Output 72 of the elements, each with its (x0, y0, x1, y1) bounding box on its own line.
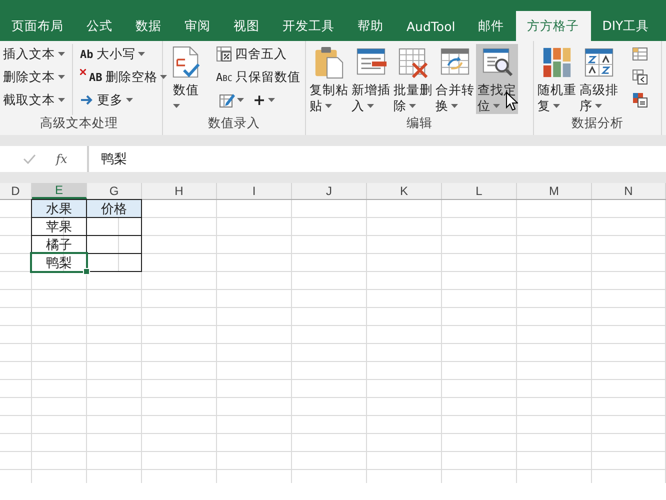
delete-mark-icon (80, 69, 86, 75)
caret-icon (126, 98, 133, 102)
ribbon-tab[interactable]: 视图 (222, 11, 271, 41)
column-header[interactable]: L (442, 183, 517, 199)
ribbon-button[interactable]: 新增插 入 (350, 44, 392, 114)
caret-icon (408, 104, 416, 108)
sort-table-icon (583, 46, 615, 79)
check-icon[interactable] (23, 154, 36, 164)
table-cell[interactable]: 价格 (86, 199, 142, 218)
caret-icon (58, 98, 65, 102)
table-cell[interactable]: 水果 (31, 199, 87, 218)
group-label: 编辑 (406, 115, 432, 132)
ribbon-button[interactable]: 合并转 换 (434, 44, 476, 114)
caret-icon (450, 104, 458, 108)
ribbon-tab[interactable]: 开发工具 (271, 11, 346, 41)
ribbon-tab[interactable]: 审阅 (173, 11, 222, 41)
group-label: 高级文本处理 (40, 115, 118, 132)
group-label: 数值录入 (208, 115, 260, 132)
ribbon-button[interactable]: 随机重 复 (536, 44, 578, 114)
clipboard-icon (313, 46, 345, 79)
fill-handle[interactable] (83, 268, 90, 275)
ribbon-tab[interactable]: DIY工具 (590, 11, 661, 41)
caret-icon (594, 104, 602, 108)
column-header[interactable]: J (292, 183, 367, 199)
ribbon-button[interactable]: 插入文本 (1, 44, 67, 64)
column-header[interactable]: I (217, 183, 292, 199)
caret-icon (268, 98, 275, 102)
document-check-icon (170, 46, 202, 79)
caret-icon (138, 52, 146, 56)
add-button[interactable]: + (250, 91, 278, 109)
insert-function-button[interactable]: fx (56, 152, 68, 166)
ribbon-tab[interactable]: 邮件 (466, 11, 516, 41)
ribbon-button[interactable]: Abc 只保留数值 (214, 67, 302, 87)
ribbon-button[interactable]: 查找定 位 (476, 44, 518, 114)
table-delete-icon (397, 46, 429, 79)
caret-icon (58, 52, 65, 56)
table-cell[interactable]: 鸭梨 (31, 253, 87, 272)
group-label: 数据分析 (572, 115, 624, 132)
caret-icon (237, 98, 244, 102)
ribbon-tab[interactable]: 公式 (75, 11, 124, 41)
column-header[interactable]: N (592, 183, 666, 199)
edit-table-icon (219, 92, 235, 108)
column-header[interactable]: E (32, 183, 87, 199)
table-icon (632, 46, 648, 62)
caret-icon (324, 104, 332, 108)
formula-field[interactable]: 鸭梨 (88, 146, 666, 172)
ribbon-button[interactable]: 复制粘 贴 (308, 44, 350, 114)
ribbon-tab[interactable]: 数据 (124, 11, 173, 41)
column-header[interactable]: H (142, 183, 217, 199)
ribbon-tab[interactable]: 页面布局 (0, 11, 75, 41)
column-header[interactable]: K (367, 183, 442, 199)
table-search-icon (481, 46, 513, 79)
ribbon-tab[interactable]: AudTool (395, 11, 467, 41)
ribbon-button[interactable]: 四舍五入 (214, 44, 302, 64)
caret-icon (552, 104, 560, 108)
caret-icon (173, 104, 180, 108)
table-percent-icon (216, 46, 232, 62)
ribbon-button[interactable]: 高级排 序 (578, 44, 620, 114)
table-icon (632, 69, 648, 85)
ribbon-tab[interactable]: 帮助 (346, 11, 395, 41)
caret-icon (492, 104, 500, 108)
color-blocks-icon (541, 46, 573, 79)
column-header[interactable]: M (517, 183, 592, 199)
caret-icon (366, 104, 374, 108)
caret-icon (160, 75, 168, 79)
ribbon-button[interactable]: 批量删 除 (392, 44, 434, 114)
table-icon (632, 92, 648, 108)
ribbon-button[interactable]: 截取文本 (1, 90, 67, 110)
caret-icon (58, 75, 65, 79)
arrow-icon (80, 95, 94, 105)
ribbon-button[interactable]: 删除文本 (1, 67, 67, 87)
ribbon-tab[interactable]: 方方格子 (516, 11, 591, 41)
